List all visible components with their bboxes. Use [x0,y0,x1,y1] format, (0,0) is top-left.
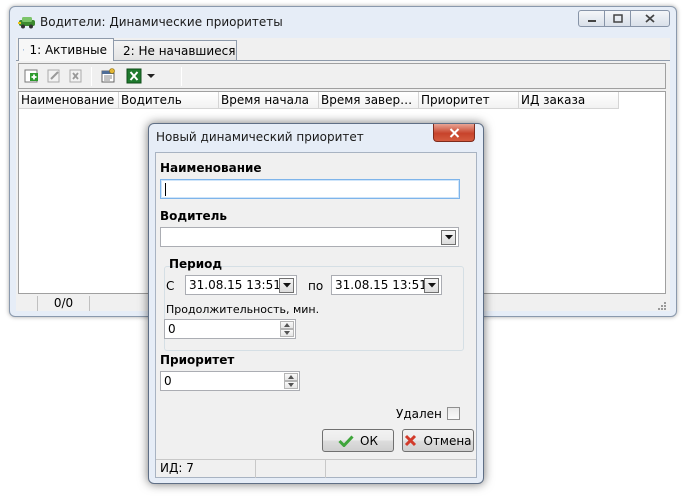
window-title: Водители: Динамические приоритеты [40,15,283,29]
close-icon [645,14,655,23]
minimize-icon [587,19,596,22]
driver-label: Водитель [160,209,227,223]
tab-label: 2: Не начавшиеся [123,44,236,58]
column-header-start-time[interactable]: Время начала [219,92,319,109]
toolbar-separator [91,67,92,86]
status-pane-empty [256,460,326,478]
priority-spinner[interactable] [284,373,298,389]
column-header-driver[interactable]: Водитель [119,92,219,109]
spin-down-button[interactable] [284,381,298,389]
duration-value: 0 [168,322,176,336]
toolbar [18,63,666,89]
period-to-dropdown-button[interactable] [424,278,439,293]
tab-divider [16,60,670,61]
priority-value: 0 [164,374,172,388]
duration-spinner[interactable] [280,321,294,337]
duration-input[interactable]: 0 [164,319,296,339]
arrow-up-icon [288,375,294,379]
record-count: 0/0 [38,296,90,311]
deleted-checkbox[interactable] [447,407,460,420]
duration-label: Продолжительность, мин. [166,303,320,316]
delete-icon [69,69,82,83]
spin-up-button[interactable] [280,321,294,329]
period-label: Период [169,257,223,271]
properties-icon [101,68,115,83]
properties-button[interactable] [99,67,117,85]
spin-up-button[interactable] [284,373,298,381]
export-dropdown-button[interactable] [145,67,157,85]
status-pane-empty [18,296,38,311]
period-from-dropdown-button[interactable] [279,278,294,293]
maximize-button[interactable] [604,10,631,27]
period-to-value: 31.08.15 13:51 [335,278,427,292]
add-button[interactable] [23,67,41,85]
period-from-label: С [166,279,175,293]
spin-down-button[interactable] [280,329,294,337]
arrow-down-icon [284,331,290,335]
tab-label: 1: Активные [29,43,107,57]
column-header-priority[interactable]: Приоритет [419,92,519,109]
chevron-down-icon [444,235,453,240]
arrow-down-icon [288,383,294,387]
cancel-x-icon [405,434,417,447]
edit-icon [47,69,60,83]
calendar-icon [23,49,25,51]
add-icon [24,69,38,83]
ok-button[interactable]: ОК [322,429,394,452]
cancel-label: Отмена [423,433,472,448]
minimize-button[interactable] [578,10,605,27]
dialog-client-area: Наименование Водитель Период С 31.08.15 … [155,152,477,478]
period-from-picker[interactable]: 31.08.15 13:51 [185,275,297,295]
chevron-down-icon [147,74,155,78]
priority-label: Приоритет [160,353,235,367]
chevron-down-icon [427,283,436,288]
name-label: Наименование [160,161,262,175]
tab-strip: 1: Активные 2: Не начавшиеся [16,38,670,61]
period-to-label: по [308,279,324,293]
tab-active[interactable]: 1: Активные [18,38,114,61]
close-icon [449,127,459,138]
maximize-icon [612,14,623,23]
app-car-icon [18,17,35,29]
close-button[interactable] [630,10,670,27]
cancel-button[interactable]: Отмена [402,429,474,452]
dialog-title: Новый динамический приоритет [156,130,364,144]
tab-not-started[interactable]: 2: Не начавшиеся [113,40,237,61]
record-id: ИД: 7 [156,460,256,478]
ok-label: ОК [360,433,378,448]
column-header-order-id[interactable]: ИД заказа [519,92,619,109]
dialog-status-bar: ИД: 7 [156,459,476,478]
export-excel-button[interactable] [125,67,143,85]
arrow-up-icon [284,323,290,327]
dialog-close-button[interactable] [433,124,475,142]
checkmark-icon [338,434,354,447]
priority-input[interactable]: 0 [160,371,300,391]
resize-grip-icon[interactable] [656,300,666,310]
period-to-picker[interactable]: 31.08.15 13:51 [331,275,442,295]
driver-dropdown-button[interactable] [441,230,456,245]
chevron-down-icon [282,283,291,288]
period-from-value: 31.08.15 13:51 [189,278,281,292]
status-pane-empty [326,460,476,478]
window-caption-buttons [578,10,670,27]
grid-header: Наименование Водитель Время начала Время… [19,92,619,109]
edit-button[interactable] [45,67,63,85]
name-input[interactable] [160,179,460,199]
driver-select[interactable] [160,227,459,247]
delete-button[interactable] [67,67,85,85]
excel-icon [126,68,142,84]
new-priority-dialog: Новый динамический приоритет Наименовани… [148,123,484,484]
column-header-name[interactable]: Наименование [19,92,119,109]
text-caret [165,183,166,196]
deleted-label: Удален [396,407,442,421]
toolbar-separator [181,67,182,86]
column-header-end-time[interactable]: Время завершен... [319,92,419,109]
